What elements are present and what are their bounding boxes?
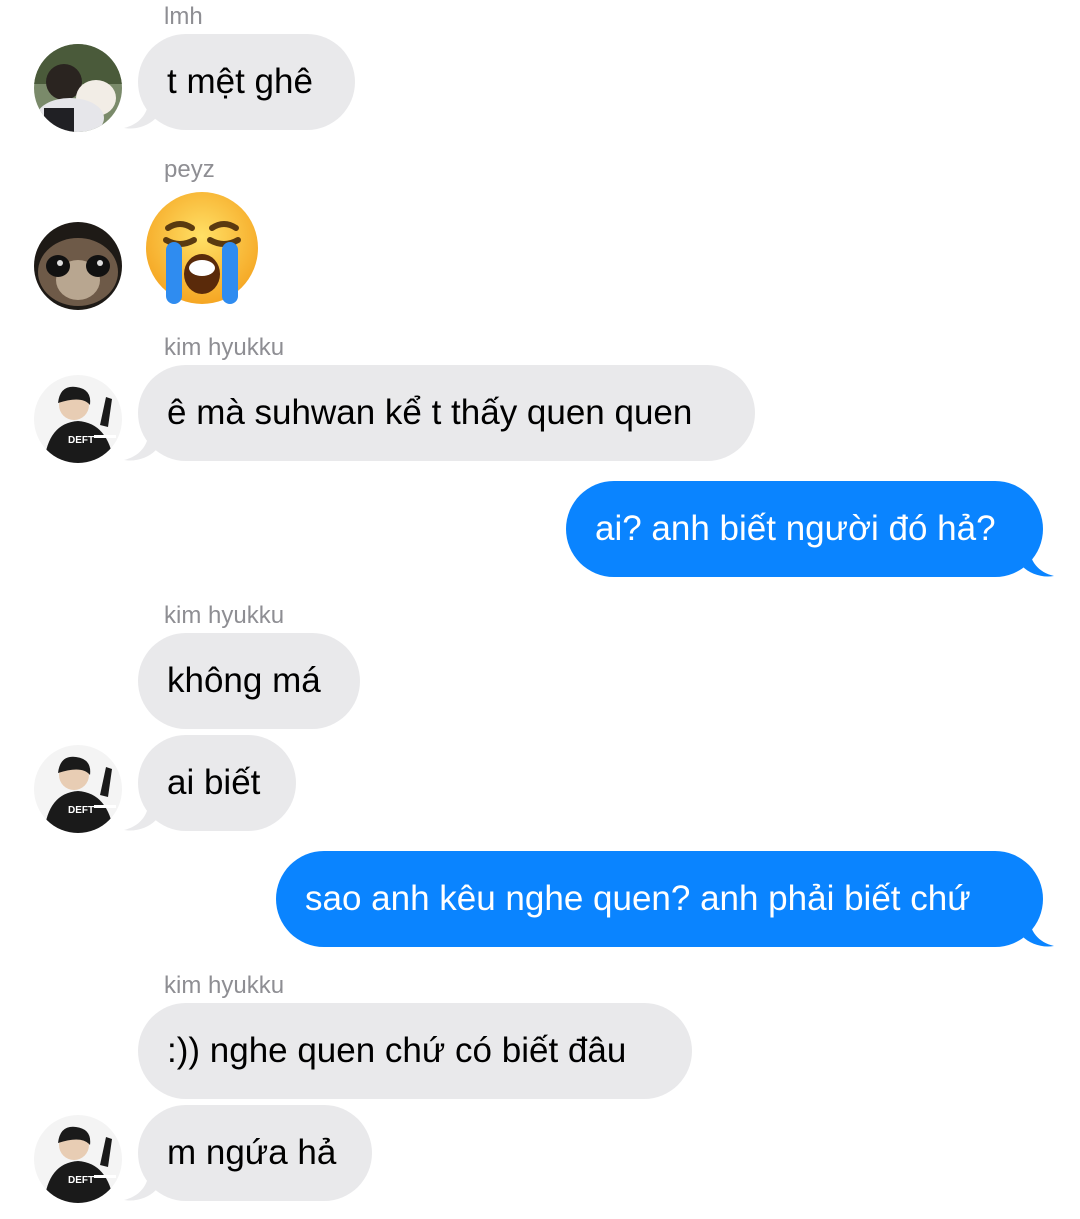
- message-bubble-incoming[interactable]: ê mà suhwan kể t thấy quen quen: [138, 365, 755, 461]
- message-bubble-outgoing[interactable]: sao anh kêu nghe quen? anh phải biết chứ: [276, 851, 1043, 947]
- avatar-kim-hyukku[interactable]: DEFT: [34, 1115, 122, 1203]
- message-text: m ngứa hả: [167, 1133, 337, 1172]
- sender-name: lmh: [164, 3, 203, 30]
- bubble-tail: [124, 428, 156, 461]
- avatar-peyz[interactable]: [34, 222, 122, 310]
- crying-face-emoji[interactable]: [142, 190, 262, 311]
- sender-name: kim hyukku: [164, 972, 285, 999]
- message-bubble-incoming[interactable]: ai biết: [138, 735, 296, 831]
- bubble-tail: [124, 798, 156, 831]
- message-text: sao anh kêu nghe quen? anh phải biết chứ: [305, 879, 971, 918]
- message-bubble-incoming[interactable]: t mệt ghê: [138, 34, 355, 130]
- message-text: ê mà suhwan kể t thấy quen quen: [167, 393, 693, 432]
- message-text: ai? anh biết người đó hả?: [595, 509, 996, 548]
- message-bubble-incoming[interactable]: m ngứa hả: [138, 1105, 372, 1201]
- avatar-kim-hyukku[interactable]: DEFT: [34, 745, 122, 833]
- message-bubble-incoming[interactable]: không má: [138, 633, 360, 729]
- svg-text:DEFT: DEFT: [68, 805, 94, 816]
- message-text: không má: [167, 661, 321, 700]
- svg-text:DEFT: DEFT: [68, 435, 94, 446]
- bubble-tail: [124, 1168, 156, 1201]
- sender-name: kim hyukku: [164, 334, 285, 361]
- bubble-tail: [124, 96, 156, 129]
- message-bubble-outgoing[interactable]: ai? anh biết người đó hả?: [566, 481, 1043, 577]
- message-thread: lmh t mệt ghê peyz kim hyukku DEFT ê mà …: [0, 0, 1080, 1219]
- message-text: t mệt ghê: [167, 62, 313, 101]
- bubble-tail: [1022, 544, 1054, 577]
- avatar-kim-hyukku[interactable]: DEFT: [34, 375, 122, 463]
- bubble-tail: [1022, 914, 1054, 947]
- message-text: :)) nghe quen chứ có biết đâu: [167, 1031, 627, 1070]
- message-text: ai biết: [167, 763, 261, 802]
- svg-text:DEFT: DEFT: [68, 1175, 94, 1186]
- avatar-lmh[interactable]: [34, 44, 122, 132]
- sender-name: kim hyukku: [164, 602, 285, 629]
- message-bubble-incoming[interactable]: :)) nghe quen chứ có biết đâu: [138, 1003, 692, 1099]
- sender-name: peyz: [164, 156, 215, 183]
